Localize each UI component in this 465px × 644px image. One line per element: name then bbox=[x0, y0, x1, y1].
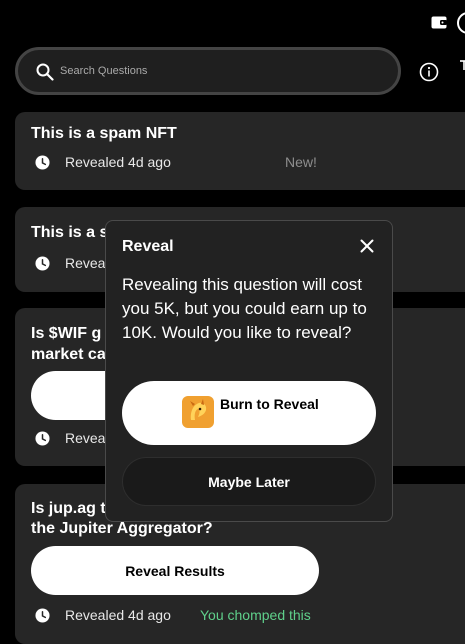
reveal-dialog: Reveal Revealing this question will cost… bbox=[105, 220, 393, 522]
revealed-time: Revealed 4d ago bbox=[65, 607, 171, 623]
search-input[interactable] bbox=[60, 50, 380, 92]
top-bar bbox=[0, 0, 465, 48]
clock-icon bbox=[35, 154, 50, 170]
info-icon[interactable] bbox=[419, 62, 439, 82]
search-icon bbox=[36, 63, 54, 81]
question-title-line: market ca bbox=[31, 346, 106, 363]
status-tag: New! bbox=[285, 154, 317, 170]
close-icon[interactable] bbox=[360, 239, 374, 253]
profile-icon[interactable] bbox=[457, 12, 465, 34]
search-bar[interactable] bbox=[15, 47, 401, 95]
question-title-line: Is $WIF g bbox=[31, 325, 102, 342]
reveal-meta: Revealed 4d ago bbox=[35, 605, 171, 625]
chomped-tag: You chomped this bbox=[200, 607, 311, 623]
question-title-line: Is jup.ag t bbox=[31, 500, 106, 517]
maybe-later-button[interactable]: Maybe Later bbox=[122, 457, 376, 506]
dialog-message: Revealing this question will cost you 5K… bbox=[122, 275, 367, 342]
burn-to-reveal-button[interactable]: Burn to Reveal bbox=[122, 381, 376, 445]
question-card[interactable]: This is a spam NFT Revealed 4d ago New! bbox=[15, 112, 465, 190]
partial-icon bbox=[460, 60, 465, 70]
wallet-icon[interactable] bbox=[431, 16, 447, 29]
clock-icon bbox=[35, 430, 50, 446]
question-title: This is a spam NFT bbox=[31, 125, 177, 142]
revealed-time: Revealed 4d ago bbox=[65, 154, 171, 170]
reveal-results-button[interactable]: Reveal Results bbox=[31, 546, 319, 595]
dialog-title: Reveal bbox=[122, 238, 174, 255]
bonk-token-icon bbox=[182, 396, 214, 428]
clock-icon bbox=[35, 607, 50, 623]
clock-icon bbox=[35, 255, 50, 271]
burn-label: Burn to Reveal bbox=[220, 396, 319, 412]
question-title: This is a s bbox=[31, 224, 109, 241]
reveal-meta: Revealed 4d ago bbox=[35, 152, 171, 172]
